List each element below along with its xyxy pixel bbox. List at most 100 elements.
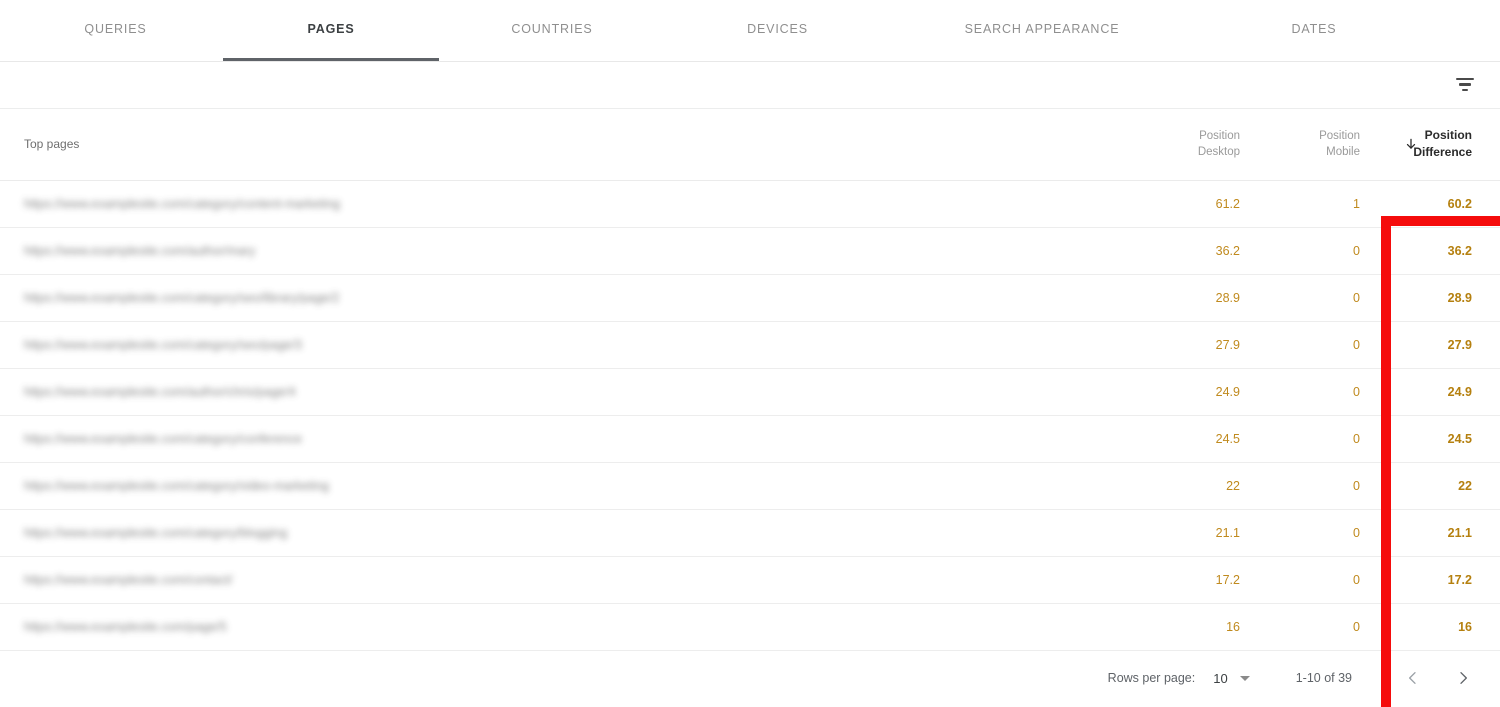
cell-page-url[interactable]: https://www.examplesite.com/contact/	[0, 556, 1152, 604]
table-row[interactable]: https://www.examplesite.com/category/con…	[0, 415, 1500, 463]
table-header-row: Top pages Position Desktop Position Mobi…	[0, 109, 1500, 181]
column-header-position-desktop[interactable]: Position Desktop	[1152, 109, 1262, 181]
page-url-text: https://www.examplesite.com/contact/	[24, 572, 233, 587]
column-header-line1: Position	[1424, 127, 1472, 142]
tab-label: DEVICES	[747, 22, 808, 36]
cell-position-desktop: 27.9	[1152, 321, 1262, 369]
table-row[interactable]: https://www.examplesite.com/author/chris…	[0, 368, 1500, 416]
tab-search-appearance[interactable]: SEARCH APPEARANCE	[890, 0, 1194, 61]
cell-position-mobile: 0	[1262, 556, 1382, 604]
cell-position-difference: 22	[1382, 462, 1500, 510]
column-header-position-mobile[interactable]: Position Mobile	[1262, 109, 1382, 181]
page-url-text: https://www.examplesite.com/category/con…	[24, 431, 302, 446]
cell-position-mobile: 0	[1262, 415, 1382, 463]
report-table-container: Top pages Position Desktop Position Mobi…	[0, 109, 1500, 707]
cell-position-mobile: 1	[1262, 180, 1382, 228]
cell-position-mobile: 0	[1262, 227, 1382, 275]
tab-devices[interactable]: DEVICES	[665, 0, 890, 61]
cell-page-url[interactable]: https://www.examplesite.com/category/seo…	[0, 321, 1152, 369]
tab-dates[interactable]: DATES	[1194, 0, 1434, 61]
table-row[interactable]: https://www.examplesite.com/category/con…	[0, 180, 1500, 228]
tab-label: PAGES	[307, 22, 355, 36]
table-row[interactable]: https://www.examplesite.com/category/seo…	[0, 321, 1500, 369]
tab-pages[interactable]: PAGES	[223, 0, 439, 61]
page-url-text: https://www.examplesite.com/author/mary	[24, 243, 256, 258]
column-header-position-difference[interactable]: Position Difference	[1382, 109, 1500, 181]
cell-page-url[interactable]: https://www.examplesite.com/author/chris…	[0, 368, 1152, 416]
report-panel: QUERIES PAGES COUNTRIES DEVICES SEARCH A…	[0, 0, 1500, 707]
cell-page-url[interactable]: https://www.examplesite.com/category/vid…	[0, 462, 1152, 510]
next-page-button[interactable]	[1446, 661, 1480, 695]
cell-position-desktop: 36.2	[1152, 227, 1262, 275]
table-row[interactable]: https://www.examplesite.com/contact/17.2…	[0, 556, 1500, 604]
page-url-text: https://www.examplesite.com/category/seo…	[24, 337, 302, 352]
page-url-text: https://www.examplesite.com/page/5	[24, 619, 227, 634]
cell-position-desktop: 24.9	[1152, 368, 1262, 416]
cell-position-desktop: 61.2	[1152, 180, 1262, 228]
filter-button[interactable]	[1448, 68, 1482, 102]
previous-page-button[interactable]	[1396, 661, 1430, 695]
cell-position-mobile: 0	[1262, 462, 1382, 510]
cell-position-mobile: 0	[1262, 274, 1382, 322]
rows-per-page-label: Rows per page:	[1107, 671, 1196, 685]
cell-page-url[interactable]: https://www.examplesite.com/page/5	[0, 603, 1152, 651]
tab-label: SEARCH APPEARANCE	[964, 22, 1120, 36]
cell-position-mobile: 0	[1262, 509, 1382, 557]
cell-position-desktop: 22	[1152, 462, 1262, 510]
column-header-label: Top pages	[24, 137, 80, 152]
column-header-line1: Position	[1199, 129, 1240, 142]
table-row[interactable]: https://www.examplesite.com/page/5 16 0 16	[0, 603, 1500, 651]
page-url-text: https://www.examplesite.com/category/blo…	[24, 525, 288, 540]
table-toolbar	[0, 62, 1500, 109]
cell-page-url[interactable]: https://www.examplesite.com/category/seo…	[0, 274, 1152, 322]
chevron-left-icon	[1405, 670, 1421, 686]
tab-label: COUNTRIES	[511, 22, 593, 36]
table-row[interactable]: https://www.examplesite.com/category/blo…	[0, 509, 1500, 557]
cell-position-difference: 60.2	[1382, 180, 1500, 228]
page-url-text: https://www.examplesite.com/category/vid…	[24, 478, 329, 493]
table-row[interactable]: https://www.examplesite.com/category/seo…	[0, 274, 1500, 322]
rows-per-page-select[interactable]: 10	[1213, 671, 1250, 686]
cell-position-desktop: 24.5	[1152, 415, 1262, 463]
tab-countries[interactable]: COUNTRIES	[439, 0, 665, 61]
cell-page-url[interactable]: https://www.examplesite.com/category/con…	[0, 415, 1152, 463]
table-body: https://www.examplesite.com/category/con…	[0, 180, 1500, 651]
cell-position-difference: 16	[1382, 603, 1500, 651]
column-header-line1: Position	[1319, 129, 1360, 142]
table-head: Top pages Position Desktop Position Mobi…	[0, 109, 1500, 181]
cell-position-desktop: 17.2	[1152, 556, 1262, 604]
arrow-down-icon	[1404, 137, 1418, 151]
cell-position-difference: 21.1	[1382, 509, 1500, 557]
report-tabbar: QUERIES PAGES COUNTRIES DEVICES SEARCH A…	[0, 0, 1500, 62]
cell-position-difference: 36.2	[1382, 227, 1500, 275]
table-pagination: Rows per page: 10 1-10 of 39	[0, 650, 1500, 706]
chevron-right-icon	[1455, 670, 1471, 686]
chevron-down-icon	[1239, 675, 1250, 681]
tab-label: QUERIES	[84, 22, 147, 36]
column-header-line2: Mobile	[1326, 146, 1360, 159]
filter-icon	[1456, 77, 1474, 93]
cell-position-mobile: 0	[1262, 603, 1382, 651]
table-row[interactable]: https://www.examplesite.com/author/mary 3…	[0, 227, 1500, 275]
column-header-line2: Desktop	[1197, 146, 1240, 159]
cell-page-url[interactable]: https://www.examplesite.com/author/mary	[0, 227, 1152, 275]
cell-position-mobile: 0	[1262, 368, 1382, 416]
cell-position-difference: 24.5	[1382, 415, 1500, 463]
cell-position-desktop: 21.1	[1152, 509, 1262, 557]
page-url-text: https://www.examplesite.com/category/seo…	[24, 290, 340, 305]
column-header-top-pages[interactable]: Top pages	[0, 109, 1152, 181]
tab-label: DATES	[1291, 22, 1337, 36]
page-url-text: https://www.examplesite.com/author/chris…	[24, 384, 296, 399]
tab-queries[interactable]: QUERIES	[8, 0, 223, 61]
cell-position-desktop: 16	[1152, 603, 1262, 651]
report-table: Top pages Position Desktop Position Mobi…	[0, 109, 1500, 651]
cell-position-mobile: 0	[1262, 321, 1382, 369]
pagination-range-label: 1-10 of 39	[1295, 671, 1352, 685]
cell-page-url[interactable]: https://www.examplesite.com/category/con…	[0, 180, 1152, 228]
table-row[interactable]: https://www.examplesite.com/category/vid…	[0, 462, 1500, 510]
column-header-line2: Difference	[1413, 145, 1472, 160]
cell-position-difference: 17.2	[1382, 556, 1500, 604]
cell-position-difference: 28.9	[1382, 274, 1500, 322]
cell-page-url[interactable]: https://www.examplesite.com/category/blo…	[0, 509, 1152, 557]
cell-position-difference: 24.9	[1382, 368, 1500, 416]
